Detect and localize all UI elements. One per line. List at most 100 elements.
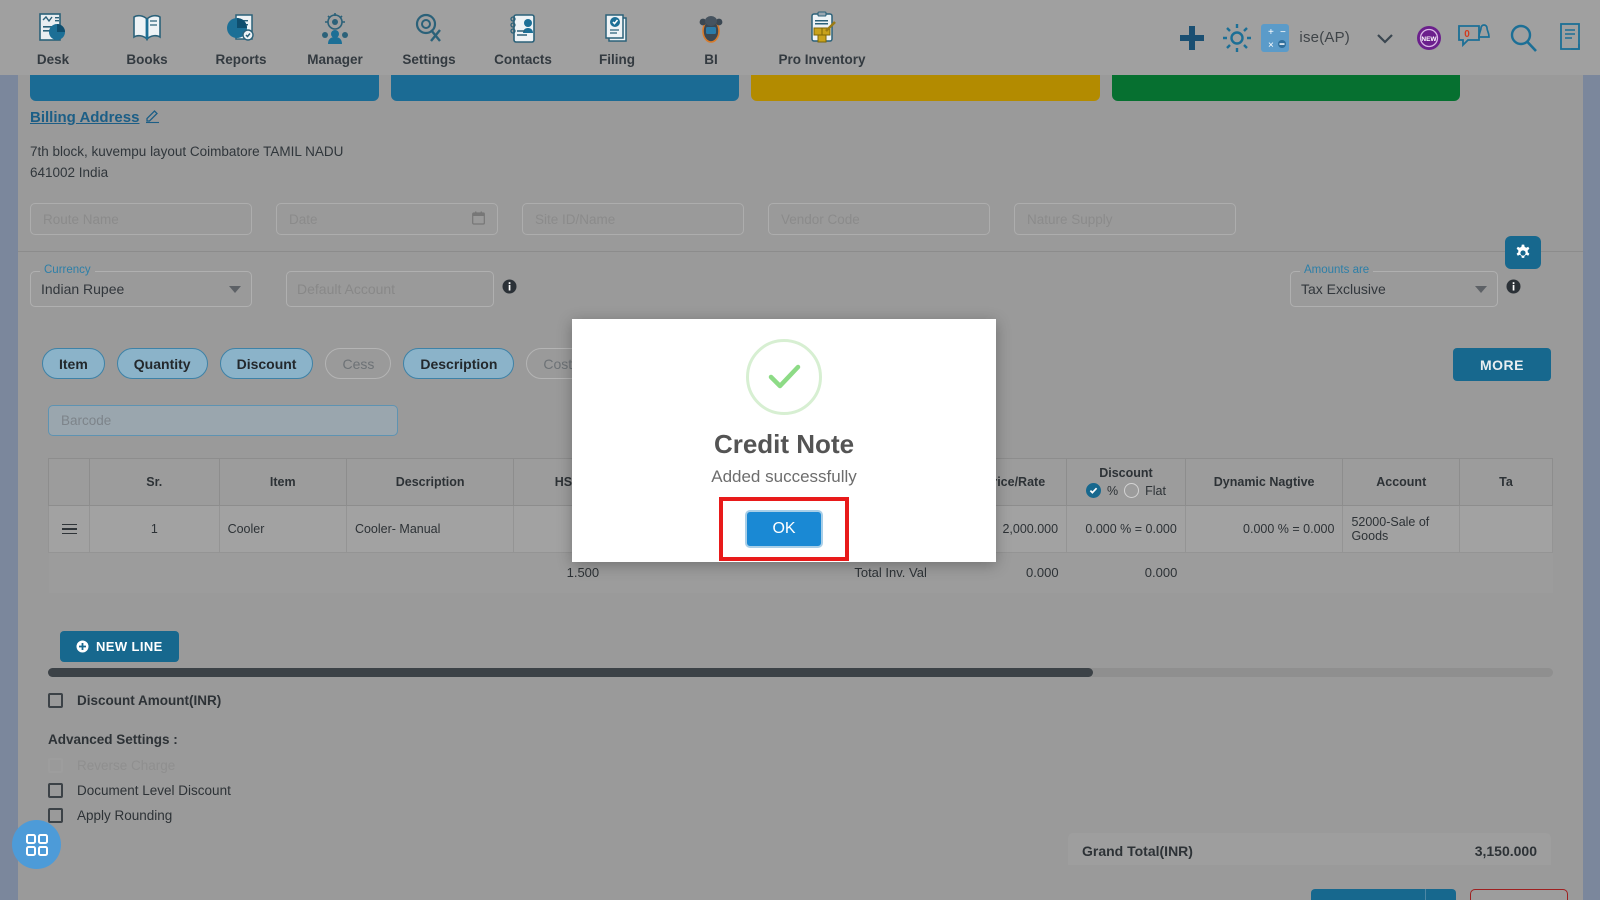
more-button[interactable]: MORE xyxy=(1453,348,1551,381)
nav-item-bi[interactable]: BI xyxy=(680,8,742,67)
summary-card[interactable] xyxy=(1111,75,1460,101)
chip-discount[interactable]: Discount xyxy=(219,348,314,379)
new-line-button[interactable]: NEW LINE xyxy=(60,631,179,662)
th-description[interactable]: Description xyxy=(345,458,515,506)
nav-item-desk[interactable]: Desk xyxy=(22,8,84,67)
right-scrollbar[interactable] xyxy=(1583,75,1600,900)
approve-button-group[interactable]: APPROVE xyxy=(1310,889,1457,900)
table-horizontal-scrollbar[interactable] xyxy=(48,668,1553,677)
chip-description[interactable]: Description xyxy=(403,348,515,379)
grand-total-bar: Grand Total(INR) 3,150.000 xyxy=(1068,833,1551,869)
discount-percent-radio[interactable] xyxy=(1085,483,1101,498)
th-discount[interactable]: Discount % Flat xyxy=(1066,458,1186,506)
ok-button[interactable]: OK xyxy=(745,510,823,548)
route-name-input[interactable]: Route Name xyxy=(30,203,252,235)
barcode-input[interactable]: Barcode xyxy=(48,405,398,436)
cancel-button[interactable]: CANCEL xyxy=(1470,889,1568,900)
nav-item-filing[interactable]: Filing xyxy=(586,8,648,67)
nav-item-contacts[interactable]: Contacts xyxy=(492,8,554,67)
modal-subtitle: Added successfully xyxy=(711,467,857,486)
plus-circle-icon xyxy=(76,640,89,653)
svg-text:×: × xyxy=(1268,40,1274,51)
ok-button-highlight: OK xyxy=(719,497,849,561)
date-input[interactable]: Date xyxy=(276,203,498,235)
discount-flat-radio[interactable] xyxy=(1124,483,1140,498)
discount-amount-option[interactable]: Discount Amount(INR) xyxy=(48,693,231,708)
notification-count: 0 xyxy=(1464,29,1470,40)
vendor-code-input[interactable]: Vendor Code xyxy=(768,203,990,235)
nav-item-manager[interactable]: Manager xyxy=(304,8,366,67)
chevron-down-icon[interactable] xyxy=(229,285,241,293)
amounts-are-select[interactable]: Amounts are Tax Exclusive xyxy=(1290,264,1498,307)
summary-card[interactable] xyxy=(751,75,1100,101)
default-account-input[interactable]: Default Account xyxy=(286,271,494,307)
drag-handle-icon[interactable] xyxy=(57,523,81,535)
summary-card[interactable] xyxy=(30,75,379,101)
footer-blank-6 xyxy=(1185,552,1343,593)
reverse-charge-label: Reverse Charge xyxy=(77,758,176,773)
info-icon[interactable] xyxy=(502,279,517,299)
table-settings-button[interactable] xyxy=(1505,236,1541,269)
footer-dynamic-total: 0.000 xyxy=(1066,552,1186,593)
nature-supply-input[interactable]: Nature Supply xyxy=(1014,203,1236,235)
document-level-discount-option[interactable]: Document Level Discount xyxy=(48,783,231,798)
th-tax[interactable]: Ta xyxy=(1459,458,1553,506)
cell-description[interactable]: Cooler- Manual xyxy=(345,505,515,553)
new-badge-icon[interactable]: NEW xyxy=(1414,23,1444,53)
approve-button[interactable]: APPROVE xyxy=(1311,889,1425,900)
nav-label: Desk xyxy=(36,52,70,67)
contacts-icon xyxy=(505,8,541,50)
cell-item[interactable]: Cooler xyxy=(218,505,347,553)
cell-tax[interactable] xyxy=(1459,505,1553,553)
success-modal: Credit Note Added successfully OK xyxy=(572,319,996,562)
footer-blank-2 xyxy=(89,552,220,593)
report-pie-icon xyxy=(223,8,259,50)
summary-card[interactable] xyxy=(390,75,739,101)
nav-item-pro-inventory[interactable]: Pro Inventory xyxy=(774,8,870,67)
currency-row: Currency Indian Rupee Default Account xyxy=(30,264,517,307)
calendar-icon[interactable] xyxy=(472,211,485,228)
calculator-icon[interactable]: + − × xyxy=(1259,22,1291,54)
summary-cards xyxy=(30,75,1460,101)
nav-label: Pro Inventory xyxy=(778,52,866,67)
notifications-icon[interactable]: 0 xyxy=(1456,21,1492,55)
chip-item[interactable]: Item xyxy=(42,348,105,379)
row-drag-handle[interactable] xyxy=(47,505,91,553)
gear-icon[interactable] xyxy=(1215,16,1259,60)
nav-item-settings[interactable]: Settings xyxy=(398,8,460,67)
footer-blank-3 xyxy=(219,552,347,593)
cell-account[interactable]: 52000-Sale of Goods xyxy=(1342,505,1461,553)
advanced-settings-title: Advanced Settings : xyxy=(48,732,178,747)
currency-select[interactable]: Currency Indian Rupee xyxy=(30,264,252,307)
chip-quantity[interactable]: Quantity xyxy=(116,348,208,379)
billing-address-link[interactable]: Billing Address xyxy=(30,109,139,126)
document-level-discount-checkbox[interactable] xyxy=(48,783,63,798)
chevron-down-icon[interactable] xyxy=(1368,21,1402,55)
chevron-down-icon[interactable] xyxy=(1475,285,1487,293)
approve-dropdown-button[interactable] xyxy=(1426,889,1456,900)
apply-rounding-checkbox[interactable] xyxy=(48,808,63,823)
apps-fab-button[interactable] xyxy=(12,820,61,869)
site-id-input[interactable]: Site ID/Name xyxy=(522,203,744,235)
default-account-placeholder: Default Account xyxy=(297,281,396,297)
edit-icon[interactable] xyxy=(145,109,160,129)
cell-sr: 1 xyxy=(89,505,220,553)
th-dynamic-negative[interactable]: Dynamic Nagtive xyxy=(1184,458,1344,506)
th-sr[interactable]: Sr. xyxy=(89,458,220,506)
scrollbar-thumb[interactable] xyxy=(48,668,1093,677)
nav-item-reports[interactable]: Reports xyxy=(210,8,272,67)
cell-discount[interactable]: 0.000 % = 0.000 xyxy=(1066,505,1186,553)
th-item[interactable]: Item xyxy=(218,458,347,506)
route-name-placeholder: Route Name xyxy=(43,211,119,227)
cell-dynamic-negative[interactable]: 0.000 % = 0.000 xyxy=(1184,505,1344,553)
nav-item-books[interactable]: Books xyxy=(116,8,178,67)
th-account[interactable]: Account xyxy=(1342,458,1461,506)
notes-icon[interactable] xyxy=(1556,20,1586,56)
search-icon[interactable] xyxy=(1506,21,1540,55)
chip-cess[interactable]: Cess xyxy=(325,348,392,379)
apply-rounding-option[interactable]: Apply Rounding xyxy=(48,808,231,823)
discount-amount-checkbox[interactable] xyxy=(48,693,63,708)
info-icon[interactable] xyxy=(1506,279,1521,299)
plus-icon[interactable] xyxy=(1169,15,1215,61)
currency-legend: Currency xyxy=(40,264,95,276)
